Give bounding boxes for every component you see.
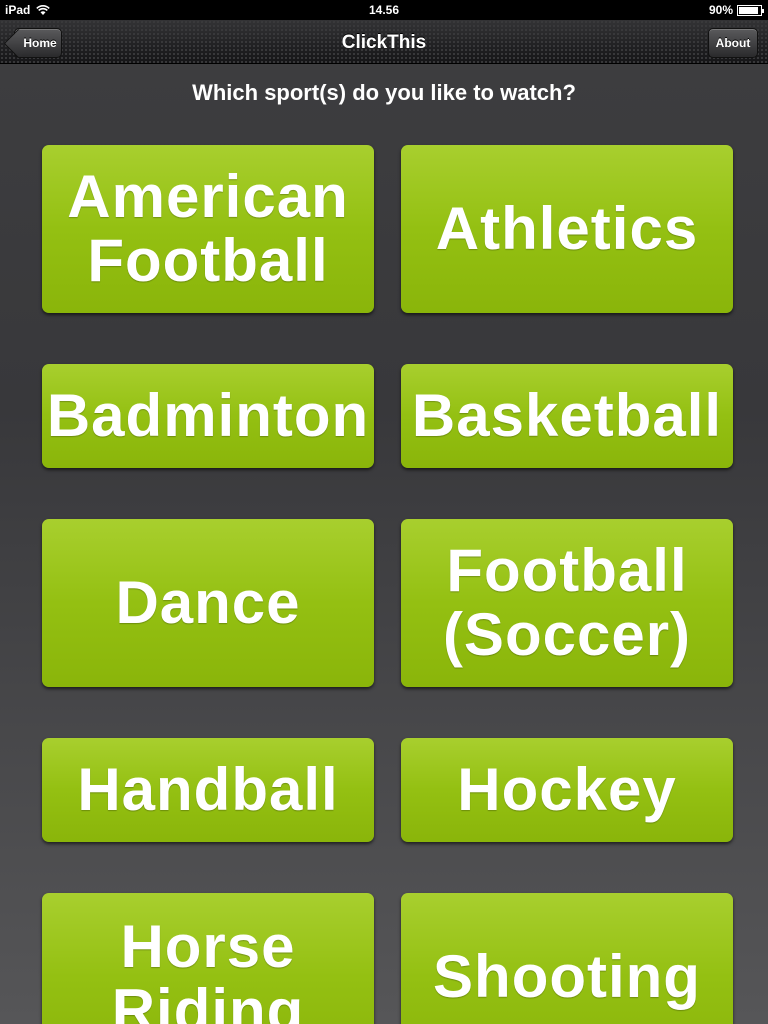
clock: 14.56 [368, 3, 400, 17]
nav-title: ClickThis [341, 32, 427, 53]
option-american-football[interactable]: American Football [42, 145, 374, 313]
navigation-bar: Home ClickThis About [0, 20, 768, 64]
battery-percent: 90% [708, 3, 733, 17]
option-football-soccer[interactable]: Football (Soccer) [401, 519, 733, 687]
option-shooting[interactable]: Shooting [401, 893, 733, 1024]
screen: iPad 14.56 90% Home ClickThis About Whic… [0, 0, 768, 1024]
option-basketball[interactable]: Basketball [401, 364, 733, 468]
battery-icon [737, 4, 764, 16]
home-button[interactable]: Home [14, 28, 62, 58]
option-hockey[interactable]: Hockey [401, 738, 733, 842]
option-badminton[interactable]: Badminton [42, 364, 374, 468]
option-athletics[interactable]: Athletics [401, 145, 733, 313]
option-dance[interactable]: Dance [42, 519, 374, 687]
question-text: Which sport(s) do you like to watch? [192, 80, 576, 105]
option-horse-riding[interactable]: Horse Riding [42, 893, 374, 1024]
option-handball[interactable]: Handball [42, 738, 374, 842]
status-bar: iPad 14.56 90% [0, 0, 768, 20]
battery-fill [739, 6, 758, 14]
about-button[interactable]: About [708, 28, 758, 58]
